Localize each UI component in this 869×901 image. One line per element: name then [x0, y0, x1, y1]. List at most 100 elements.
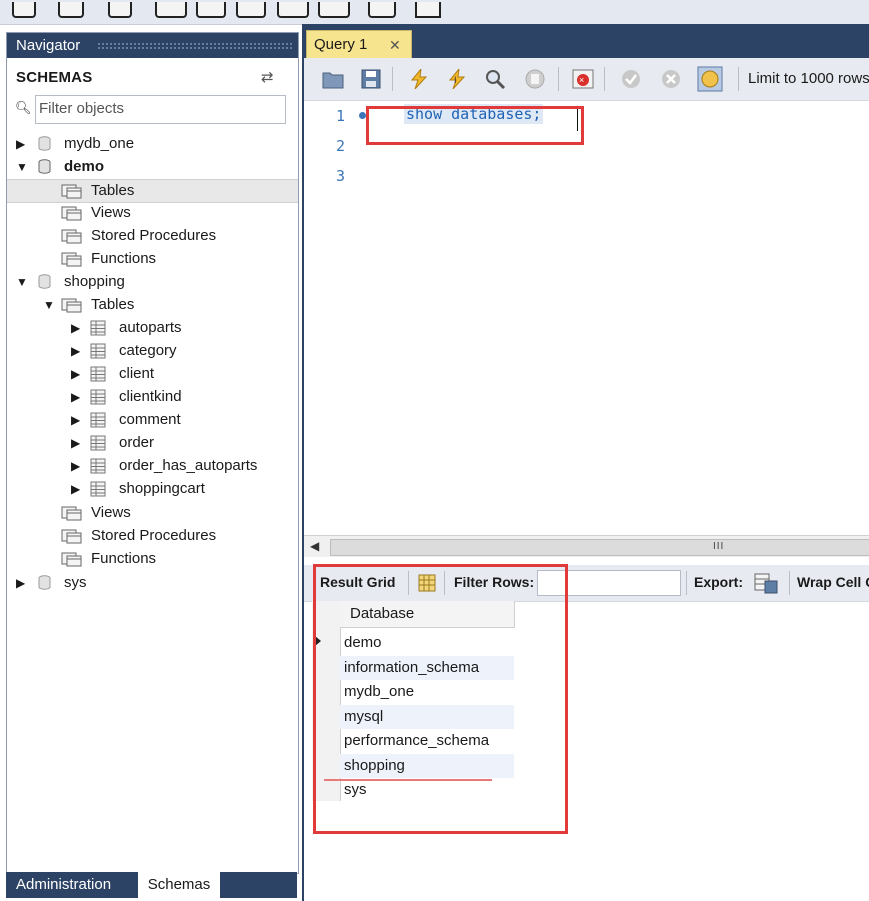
expand-arrow-icon[interactable]: ▶	[16, 133, 25, 155]
expand-arrow-icon[interactable]: ▶	[71, 478, 80, 500]
scrollbar-thumb[interactable]: III	[330, 539, 869, 556]
demo-tables-folder[interactable]: Tables	[7, 179, 298, 203]
main-toolbar	[0, 0, 869, 25]
schema-label: mydb_one	[64, 135, 135, 152]
filter-objects-input[interactable]	[39, 98, 279, 119]
table-icon	[90, 389, 106, 405]
table-row[interactable]: performance_schema	[340, 729, 514, 753]
schema-sys[interactable]: ▶ sys	[7, 572, 298, 594]
limit-rows-select[interactable]: Limit to 1000 rows	[748, 70, 869, 87]
expand-arrow-icon[interactable]: ▶	[71, 409, 80, 431]
table-item[interactable]: ▶ shoppingcart	[7, 478, 298, 500]
execute-current-icon[interactable]: I	[446, 69, 468, 89]
rollback-icon[interactable]	[660, 69, 682, 89]
table-item[interactable]: ▶ clientkind	[7, 386, 298, 408]
database-icon	[38, 159, 51, 174]
demo-functions-folder[interactable]: Functions	[7, 248, 298, 270]
folder-label: Functions	[91, 250, 157, 267]
execute-icon[interactable]	[408, 69, 430, 89]
schema-label: demo	[64, 158, 105, 175]
tab-administration[interactable]: Administration	[6, 872, 138, 898]
table-row[interactable]: demo	[340, 631, 514, 655]
create-table-icon[interactable]	[196, 2, 226, 18]
scroll-left-icon[interactable]: ◀	[310, 539, 319, 553]
new-connection-icon[interactable]	[12, 2, 36, 18]
table-item[interactable]: ▶ order_has_autoparts	[7, 455, 298, 477]
toggle-error-icon[interactable]: ×	[572, 69, 594, 89]
svg-text:I: I	[454, 75, 457, 85]
shopping-views-folder[interactable]: Views	[7, 502, 298, 524]
shopping-procedures-folder[interactable]: Stored Procedures	[7, 525, 298, 547]
folder-label: Views	[91, 504, 131, 521]
collapse-arrow-icon[interactable]: ▼	[16, 156, 28, 178]
create-function-icon[interactable]	[318, 2, 350, 18]
demo-procedures-folder[interactable]: Stored Procedures	[7, 225, 298, 247]
collapse-arrow-icon[interactable]: ▼	[43, 294, 55, 316]
save-icon[interactable]	[360, 69, 382, 89]
export-label: Export:	[694, 574, 743, 590]
table-item[interactable]: ▶ comment	[7, 409, 298, 431]
shopping-functions-folder[interactable]: Functions	[7, 548, 298, 570]
navigator-title: Navigator	[16, 37, 81, 54]
tab-query-1[interactable]: Query 1 ✕	[306, 30, 412, 59]
database-cell: shopping	[344, 756, 405, 774]
database-cell: mysql	[344, 707, 384, 725]
info-icon[interactable]	[108, 2, 132, 18]
create-procedure-icon[interactable]	[277, 2, 309, 18]
expand-arrow-icon[interactable]: ▶	[71, 363, 80, 385]
folder-label: Functions	[91, 550, 157, 567]
scrollbar-grip: III	[713, 541, 725, 552]
table-row[interactable]: mydb_one	[340, 680, 514, 704]
expand-arrow-icon[interactable]: ▶	[71, 432, 80, 454]
table-row[interactable]: information_schema	[340, 655, 514, 680]
schema-label: sys	[64, 574, 87, 591]
table-row[interactable]: shopping	[340, 753, 514, 778]
expand-arrow-icon[interactable]: ▶	[71, 386, 80, 408]
header-grip	[97, 42, 292, 49]
expand-arrow-icon[interactable]: ▶	[71, 340, 80, 362]
table-label: order_has_autoparts	[119, 457, 258, 474]
schema-mydb-one[interactable]: ▶ mydb_one	[7, 133, 298, 155]
table-label: comment	[119, 411, 181, 428]
reconnect-icon[interactable]	[415, 2, 441, 18]
line-number: 2	[336, 137, 346, 155]
views-folder-icon	[61, 206, 82, 221]
explain-icon[interactable]	[484, 69, 506, 89]
filter-objects-field[interactable]	[35, 95, 286, 124]
expand-arrow-icon[interactable]: ▶	[71, 455, 80, 477]
close-icon[interactable]: ✕	[389, 31, 401, 59]
search-table-icon[interactable]	[368, 2, 396, 18]
table-item[interactable]: ▶ category	[7, 340, 298, 362]
export-icon[interactable]	[753, 572, 779, 594]
table-item[interactable]: ▶ autoparts	[7, 317, 298, 339]
refresh-icon[interactable]: ⇄	[261, 68, 274, 86]
wrap-cell-content-label[interactable]: Wrap Cell C	[797, 574, 869, 590]
table-label: order	[119, 434, 155, 451]
table-item[interactable]: ▶ client	[7, 363, 298, 385]
autocommit-icon[interactable]	[697, 66, 723, 92]
demo-views-folder[interactable]: Views	[7, 202, 298, 224]
create-view-icon[interactable]	[236, 2, 266, 18]
horizontal-scrollbar[interactable]: ◀ III	[304, 535, 869, 558]
commit-icon[interactable]	[620, 69, 642, 89]
table-row[interactable]: sys	[340, 778, 514, 802]
expand-arrow-icon[interactable]: ▶	[16, 572, 25, 594]
tab-schemas[interactable]: Schemas	[138, 872, 220, 898]
collapse-arrow-icon[interactable]: ▼	[16, 271, 28, 293]
stop-icon[interactable]	[524, 69, 546, 89]
schema-demo[interactable]: ▼ demo	[7, 156, 298, 178]
views-folder-icon	[61, 506, 82, 521]
database-icon	[38, 575, 51, 590]
expand-arrow-icon[interactable]: ▶	[71, 317, 80, 339]
table-item[interactable]: ▶ order	[7, 432, 298, 454]
table-row[interactable]: mysql	[340, 704, 514, 729]
open-folder-icon[interactable]	[322, 69, 344, 89]
create-schema-icon[interactable]	[155, 2, 187, 18]
database-cell: performance_schema	[344, 732, 490, 749]
database-cell: mydb_one	[344, 683, 415, 700]
schema-shopping[interactable]: ▼ shopping	[7, 271, 298, 293]
shopping-tables-folder[interactable]: ▼ Tables	[7, 294, 298, 316]
procedures-folder-icon	[61, 529, 82, 544]
database-icon	[38, 274, 51, 289]
open-file-icon[interactable]	[58, 2, 84, 18]
